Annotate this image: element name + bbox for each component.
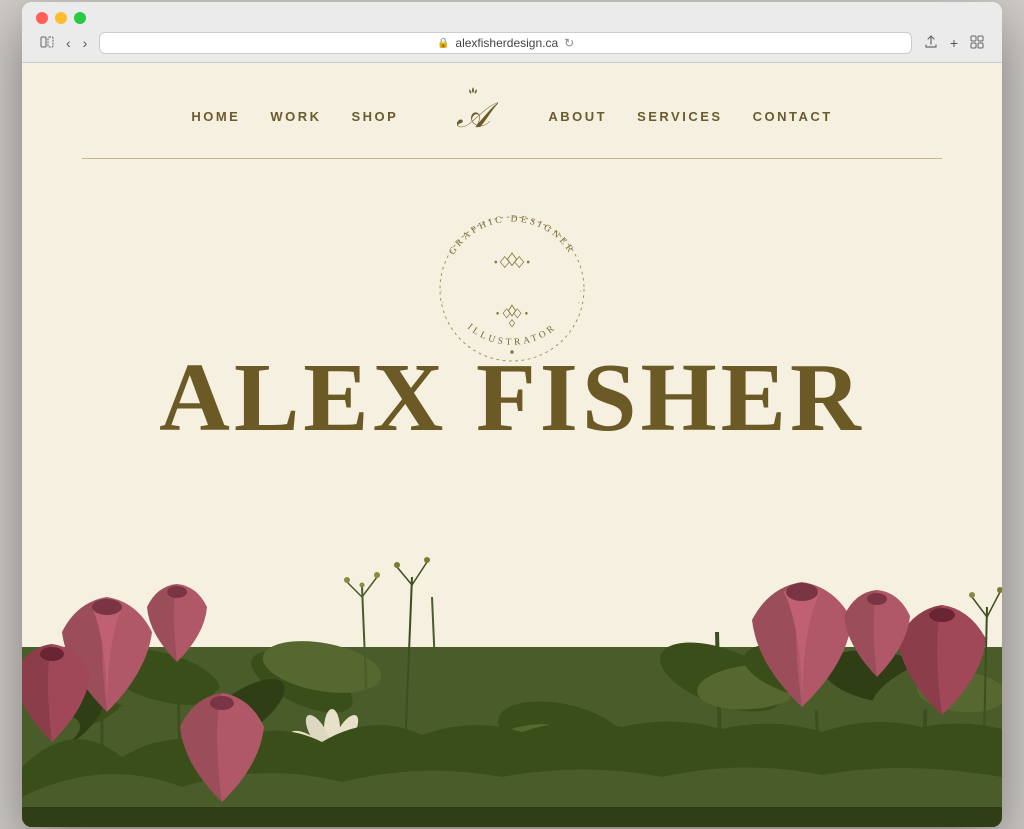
nav-about[interactable]: ABOUT (548, 109, 607, 124)
nav-left: HOME WORK SHOP (191, 109, 398, 124)
share-button[interactable] (920, 33, 942, 54)
nav-services[interactable]: SERVICES (637, 109, 723, 124)
close-button[interactable] (36, 12, 48, 24)
browser-toolbar: ‹ › 🔒 alexfisherdesign.ca ↻ + (36, 32, 988, 62)
traffic-lights (36, 12, 988, 24)
nav-home[interactable]: HOME (191, 109, 240, 124)
reload-icon: ↻ (564, 36, 574, 50)
forward-button[interactable]: › (79, 33, 92, 53)
svg-text:𝒜: 𝒜 (456, 95, 498, 135)
nav-work[interactable]: WORK (270, 109, 321, 124)
toolbar-right-buttons: + (920, 33, 988, 54)
minimize-button[interactable] (55, 12, 67, 24)
browser-window: ‹ › 🔒 alexfisherdesign.ca ↻ + (22, 2, 1002, 827)
hero-title: ALEX FISHER (159, 349, 865, 447)
new-tab-button[interactable]: + (946, 33, 962, 54)
hero-section: GRAPHIC DESIGNER ILLUSTRATOR (22, 159, 1002, 447)
back-button[interactable]: ‹ (62, 33, 75, 53)
extensions-button[interactable] (966, 33, 988, 54)
nav-contact[interactable]: CONTACT (753, 109, 833, 124)
svg-text:·: · (578, 299, 580, 307)
lock-icon: 🔒 (437, 38, 449, 49)
nav-logo[interactable]: 𝒜 (448, 85, 498, 148)
svg-text:GRAPHIC DESIGNER: GRAPHIC DESIGNER (448, 214, 577, 256)
svg-text:·: · (440, 288, 442, 296)
main-nav: HOME WORK SHOP 𝒜 ABOUT SERVICES CONTACT (22, 63, 1002, 148)
nav-right: ABOUT SERVICES CONTACT (548, 109, 832, 124)
url-text: alexfisherdesign.ca (455, 36, 558, 50)
sidebar-toggle-button[interactable] (36, 33, 58, 54)
browser-chrome: ‹ › 🔒 alexfisherdesign.ca ↻ + (22, 2, 1002, 63)
maximize-button[interactable] (74, 12, 86, 24)
nav-shop[interactable]: SHOP (352, 109, 399, 124)
svg-text:·: · (442, 299, 444, 307)
website-content: HOME WORK SHOP 𝒜 ABOUT SERVICES CONTACT (22, 63, 1002, 827)
nav-buttons: ‹ › (36, 33, 91, 54)
svg-text:·: · (580, 288, 582, 296)
address-bar[interactable]: 🔒 alexfisherdesign.ca ↻ (99, 32, 911, 54)
floral-illustration (22, 467, 1002, 827)
